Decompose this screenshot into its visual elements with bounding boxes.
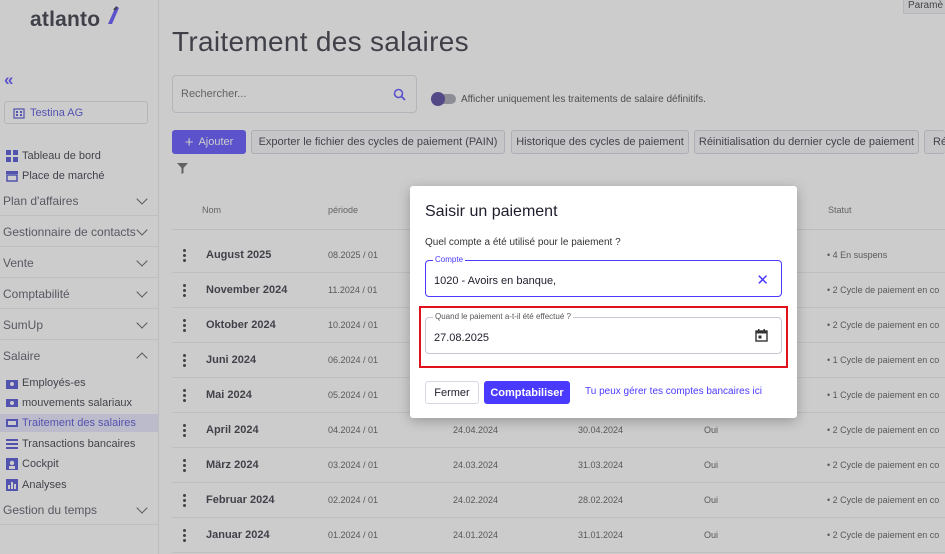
date-label: Quand le paiement a-t-il été effectué ? [433, 312, 573, 321]
payment-date-field[interactable]: Quand le paiement a-t-il été effectué ? … [425, 312, 782, 354]
clear-icon[interactable]: ✕ [756, 271, 769, 289]
date-value: 27.08.2025 [434, 332, 490, 344]
close-button[interactable]: Fermer [425, 381, 479, 404]
submit-button[interactable]: Comptabiliser [484, 381, 570, 404]
calendar-icon[interactable] [755, 329, 768, 342]
dialog-title: Saisir un paiement [425, 203, 558, 220]
dialog-question: Quel compte a été utilisé pour le paieme… [425, 237, 621, 248]
account-select[interactable]: Compte 1020 - Avoirs en banque, ✕ [425, 255, 782, 297]
account-value: 1020 - Avoirs en banque, [434, 275, 557, 287]
account-label: Compte [433, 255, 466, 264]
manage-bank-accounts-link[interactable]: Tu peux gérer tes comptes bancaires ici [585, 386, 762, 397]
payment-dialog: Saisir un paiement Quel compte a été uti… [410, 186, 797, 418]
